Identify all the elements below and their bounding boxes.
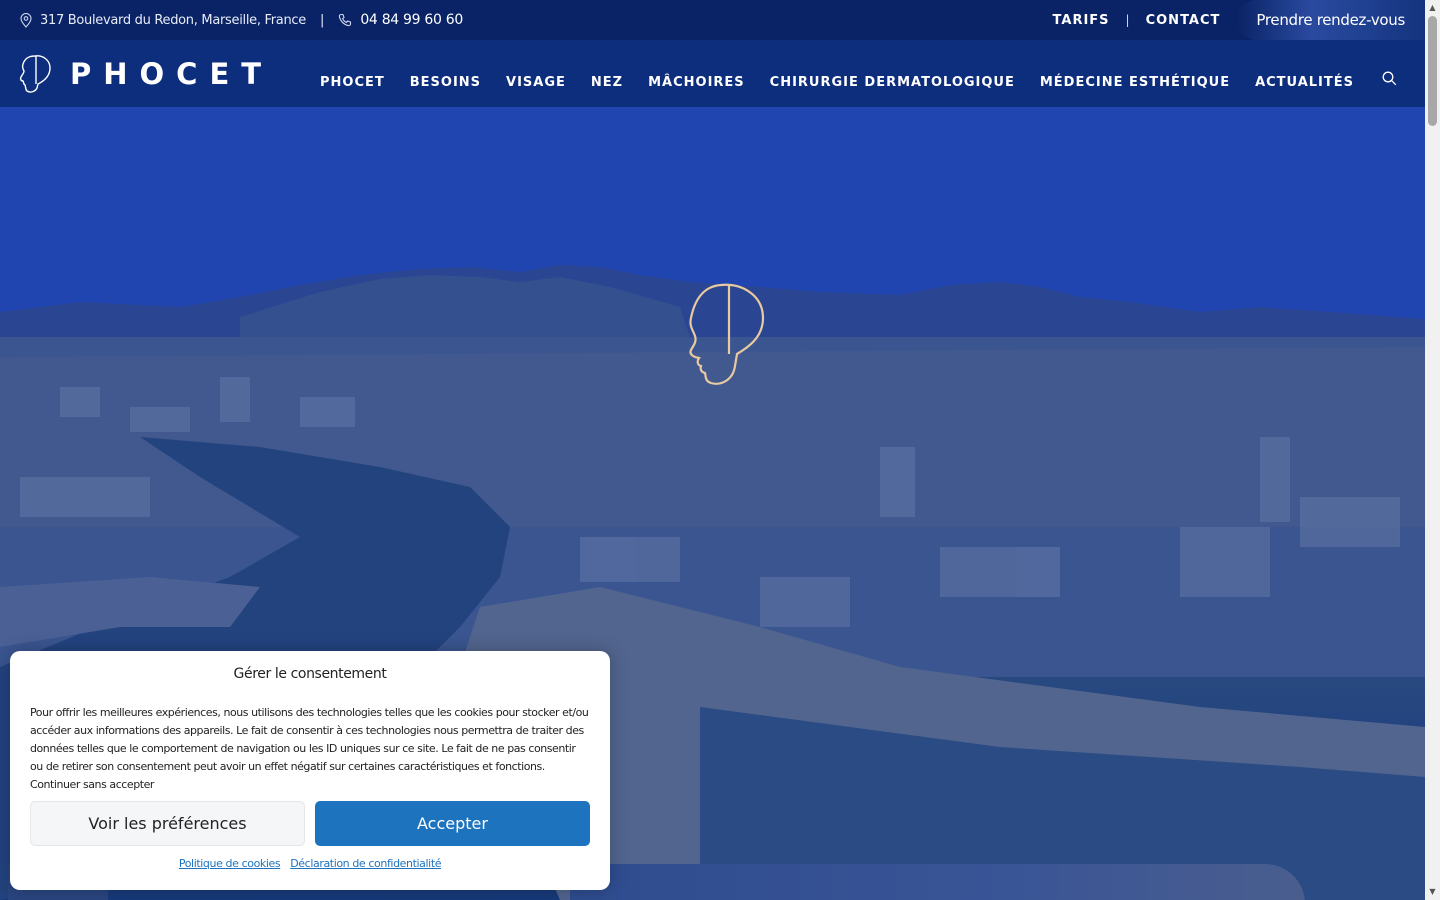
topbar-divider: |	[319, 12, 325, 28]
location-pin-icon	[20, 12, 32, 28]
consent-links: Politique de cookies Déclaration de conf…	[10, 857, 610, 870]
main-navigation: PHOCET PHOCET BESOINS VISAGE NEZ MÂCHOIR…	[0, 40, 1425, 107]
consent-text: Pour offrir les meilleures expériences, …	[30, 706, 589, 791]
nav-item-machoires[interactable]: MÂCHOIRES	[648, 75, 745, 90]
privacy-statement-link[interactable]: Déclaration de confidentialité	[290, 857, 441, 870]
contact-link[interactable]: CONTACT	[1146, 13, 1221, 28]
scroll-up-arrow-icon[interactable]: ▲	[1428, 2, 1437, 14]
nav-item-visage[interactable]: VISAGE	[506, 75, 566, 90]
nav-item-nez[interactable]: NEZ	[591, 75, 623, 90]
brand-name: PHOCET	[70, 56, 274, 91]
site-logo[interactable]: PHOCET	[18, 40, 273, 107]
nav-item-phocet[interactable]: PHOCET	[320, 75, 385, 90]
phone-icon	[338, 13, 352, 27]
appointment-button[interactable]: Prendre rendez-vous	[1236, 0, 1425, 40]
top-bar: 317 Boulevard du Redon, Marseille, Franc…	[0, 0, 1425, 40]
nav-links: PHOCET BESOINS VISAGE NEZ MÂCHOIRES CHIR…	[295, 40, 1397, 107]
topbar-right: TARIFS | CONTACT Prendre rendez-vous	[1053, 0, 1425, 40]
nav-item-medecine-esthetique[interactable]: MÉDECINE ESTHÉTIQUE	[1040, 75, 1230, 90]
cookie-consent-dialog: Gérer le consentement Pour offrir les me…	[10, 651, 610, 890]
page-scrollbar[interactable]: ▲ ▼	[1425, 0, 1440, 900]
scroll-down-arrow-icon[interactable]: ▼	[1428, 886, 1437, 898]
view-preferences-button[interactable]: Voir les préférences	[30, 801, 305, 846]
search-icon[interactable]	[1382, 71, 1397, 90]
tarifs-link[interactable]: TARIFS	[1053, 13, 1110, 28]
accept-button[interactable]: Accepter	[315, 801, 590, 846]
hero-bottom-panel	[570, 864, 1305, 900]
consent-title: Gérer le consentement	[233, 666, 387, 682]
nav-item-chirurgie-dermatologique[interactable]: CHIRURGIE DERMATOLOGIQUE	[770, 75, 1015, 90]
phone-number[interactable]: 04 84 99 60 60	[360, 12, 463, 28]
scroll-thumb[interactable]	[1428, 16, 1437, 126]
address-text: 317 Boulevard du Redon, Marseille, Franc…	[40, 12, 306, 28]
profile-logo-icon	[19, 54, 51, 93]
phocet-emblem-icon	[689, 283, 765, 385]
nav-item-actualites[interactable]: ACTUALITÉS	[1255, 75, 1354, 90]
link-separator: |	[1125, 13, 1130, 27]
cookie-policy-link[interactable]: Politique de cookies	[179, 857, 281, 870]
nav-item-besoins[interactable]: BESOINS	[410, 75, 481, 90]
phone-block[interactable]: 04 84 99 60 60	[338, 12, 463, 28]
address-block: 317 Boulevard du Redon, Marseille, Franc…	[20, 13, 306, 28]
